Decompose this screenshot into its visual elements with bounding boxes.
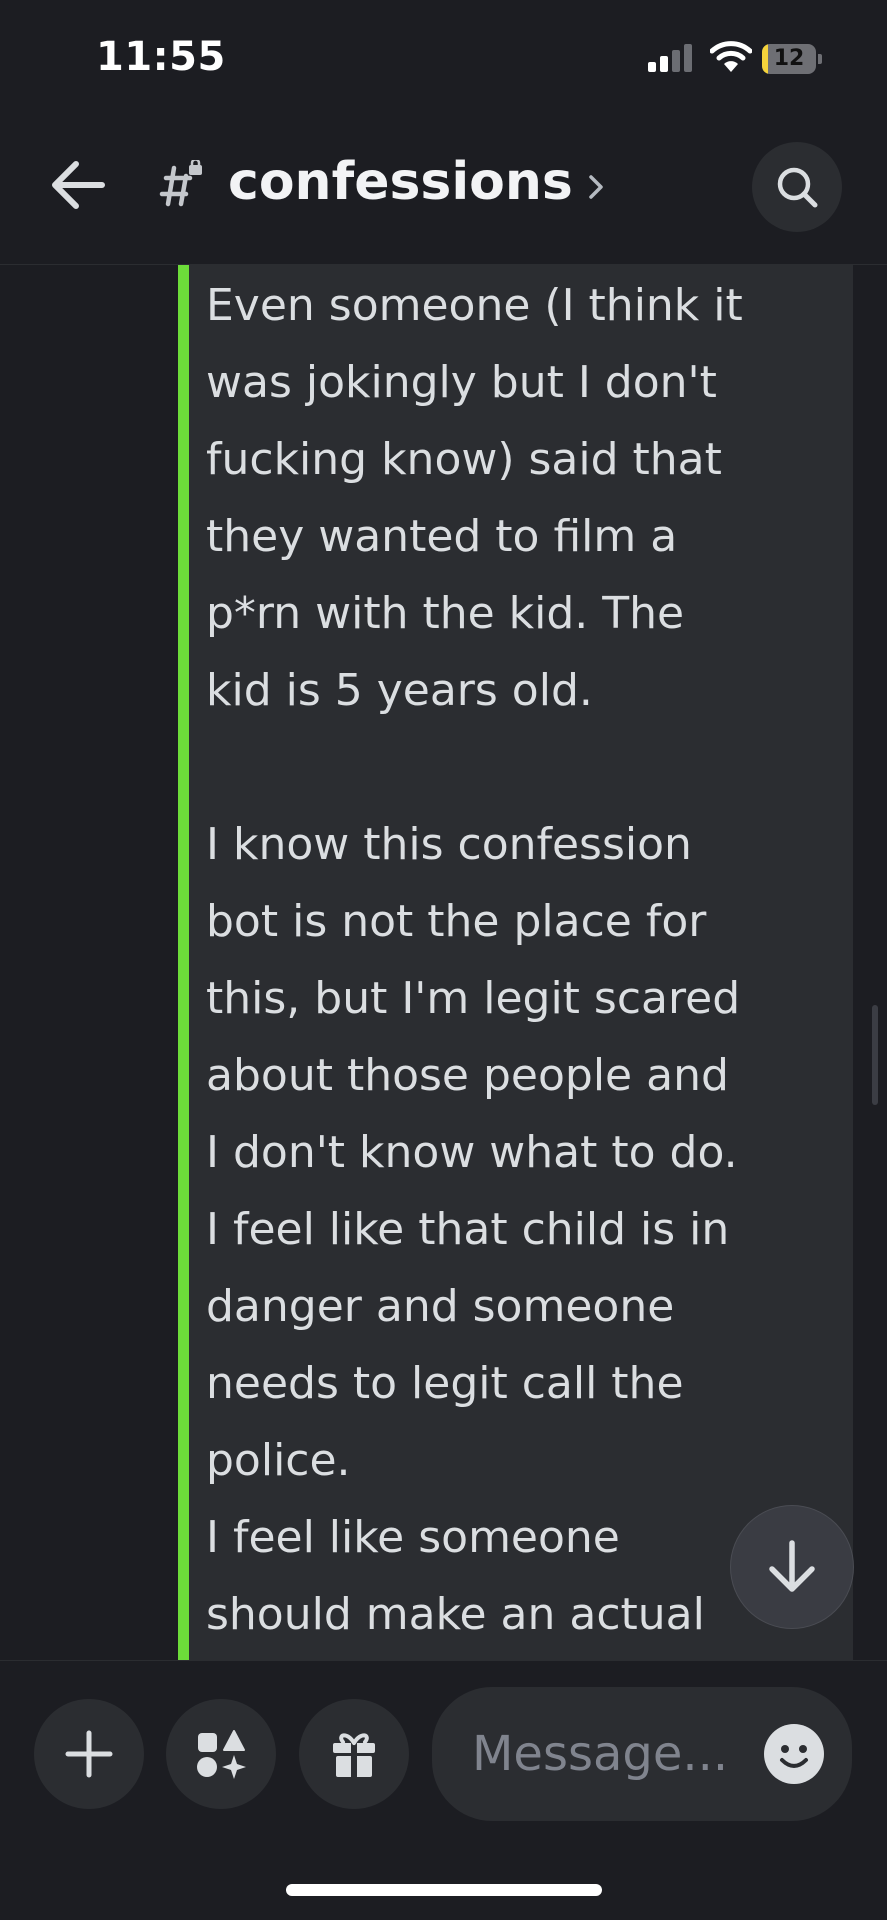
embed-accent-bar [178, 265, 189, 1660]
arrow-down-icon [769, 1540, 815, 1592]
plus-icon [65, 1730, 113, 1778]
gift-icon [333, 1733, 375, 1777]
add-attachment-button[interactable] [34, 1699, 144, 1809]
channel-hash-lock-icon [159, 160, 202, 207]
search-button[interactable] [752, 142, 842, 232]
home-indicator[interactable] [286, 1884, 602, 1896]
wifi-icon [710, 41, 752, 72]
apps-button[interactable] [166, 1699, 276, 1809]
message-placeholder: Message... [472, 1726, 729, 1782]
signal-icon [648, 44, 692, 72]
channel-name[interactable]: confessions [228, 152, 573, 212]
search-icon [777, 167, 818, 208]
jump-to-bottom-button[interactable] [730, 1505, 854, 1629]
emoji-button[interactable] [764, 1724, 824, 1784]
gift-button[interactable] [299, 1699, 409, 1809]
back-arrow-icon [52, 161, 105, 209]
emoji-icon [780, 1745, 808, 1768]
battery-level: 12 [773, 46, 805, 71]
apps-icon [197, 1730, 246, 1779]
status-time: 11:55 [96, 34, 226, 80]
back-button[interactable] [44, 150, 114, 220]
status-bar: 11:55 12 [0, 0, 887, 110]
message-composer: Message... [0, 1660, 887, 1841]
message-text: Even someone (I think it was jokingly bu… [206, 280, 743, 1640]
message-list[interactable]: Even someone (I think it was jokingly bu… [0, 265, 887, 1660]
message-input[interactable]: Message... [432, 1687, 852, 1821]
chevron-right-icon[interactable] [586, 172, 606, 202]
battery-icon: 12 [762, 44, 822, 74]
scrollbar-thumb[interactable] [872, 1005, 878, 1105]
channel-header: confessions [0, 110, 887, 265]
